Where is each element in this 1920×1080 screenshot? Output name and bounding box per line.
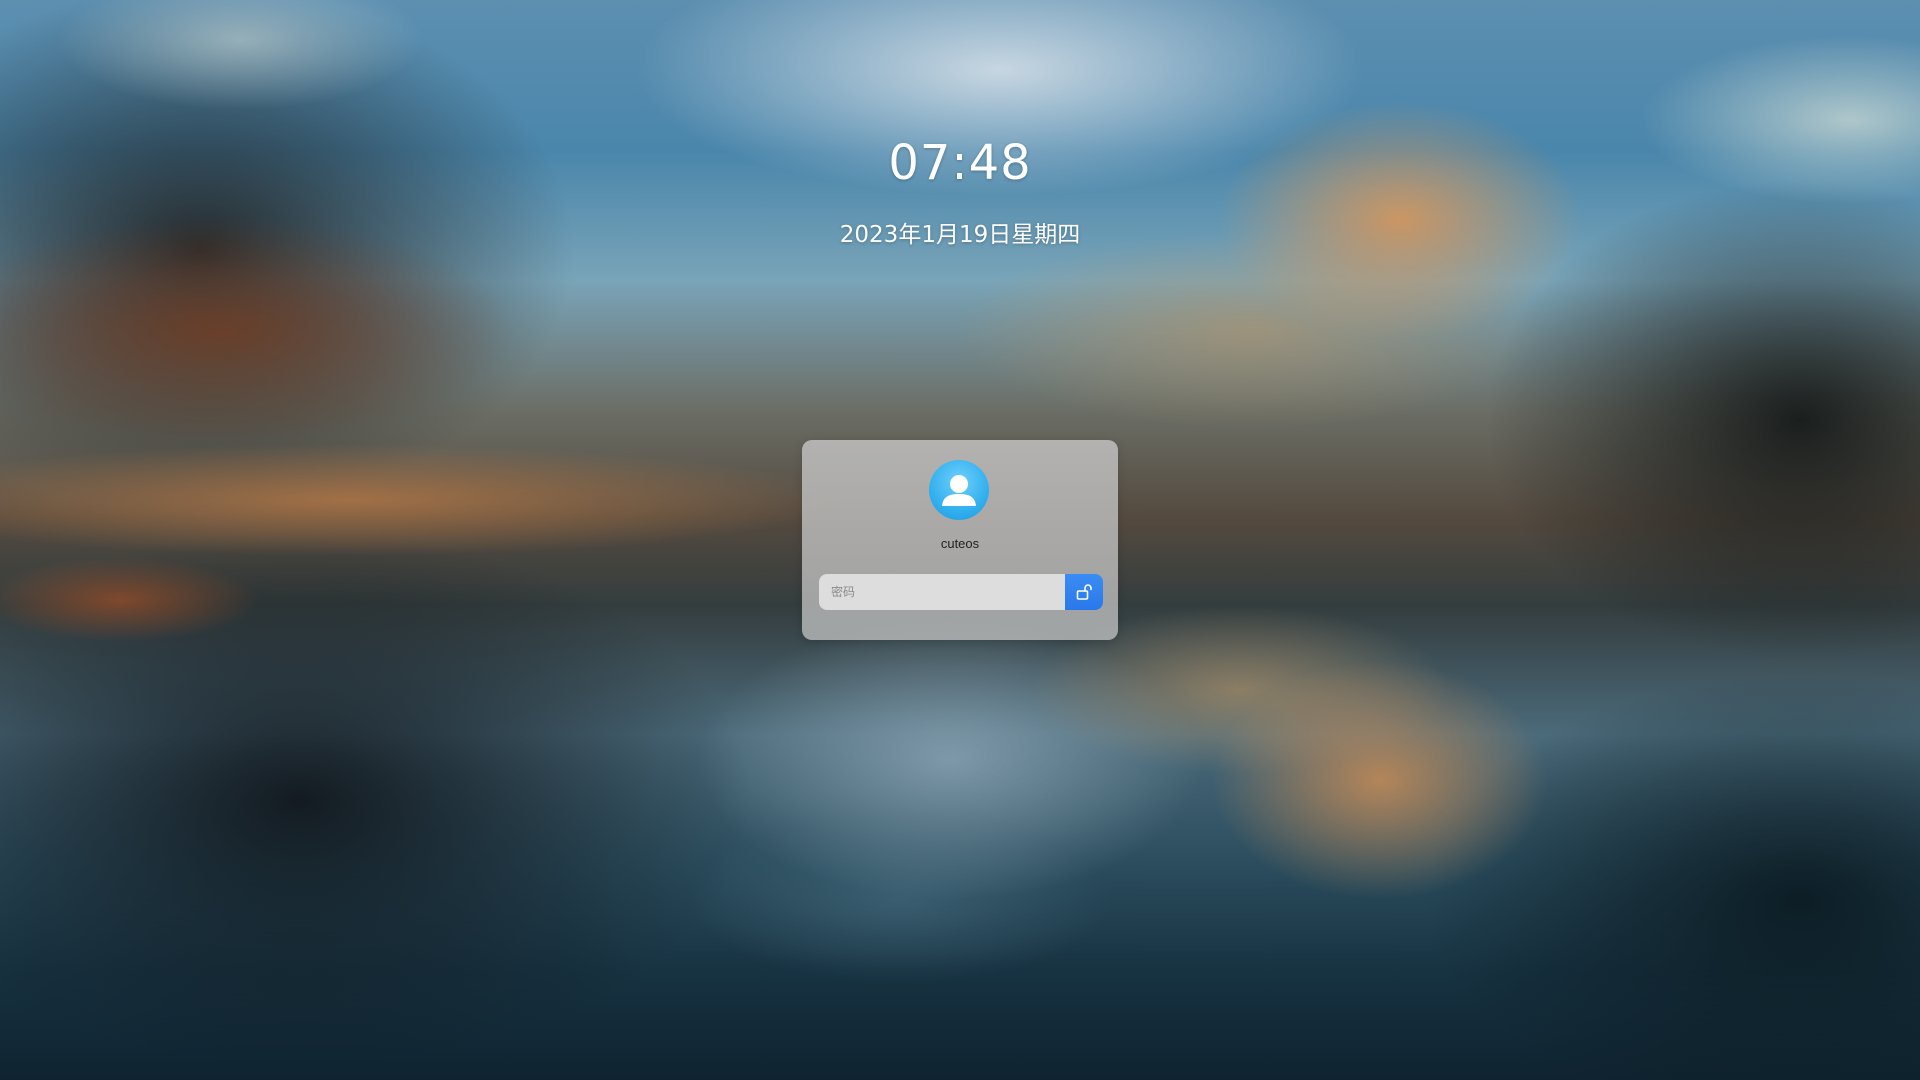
password-row <box>819 574 1103 610</box>
clock-time: 07:48 <box>888 135 1032 191</box>
password-input[interactable] <box>819 574 1065 610</box>
clock-date: 2023年1月19日星期四 <box>839 222 1081 248</box>
unlock-icon <box>1076 584 1092 600</box>
avatar[interactable] <box>929 460 989 520</box>
lock-screen: 07:48 2023年1月19日星期四 cuteos <box>0 0 1920 1080</box>
username-label: cuteos <box>940 536 980 551</box>
login-panel: cuteos <box>802 440 1118 640</box>
unlock-button[interactable] <box>1065 574 1103 610</box>
user-silhouette-icon <box>942 475 976 506</box>
